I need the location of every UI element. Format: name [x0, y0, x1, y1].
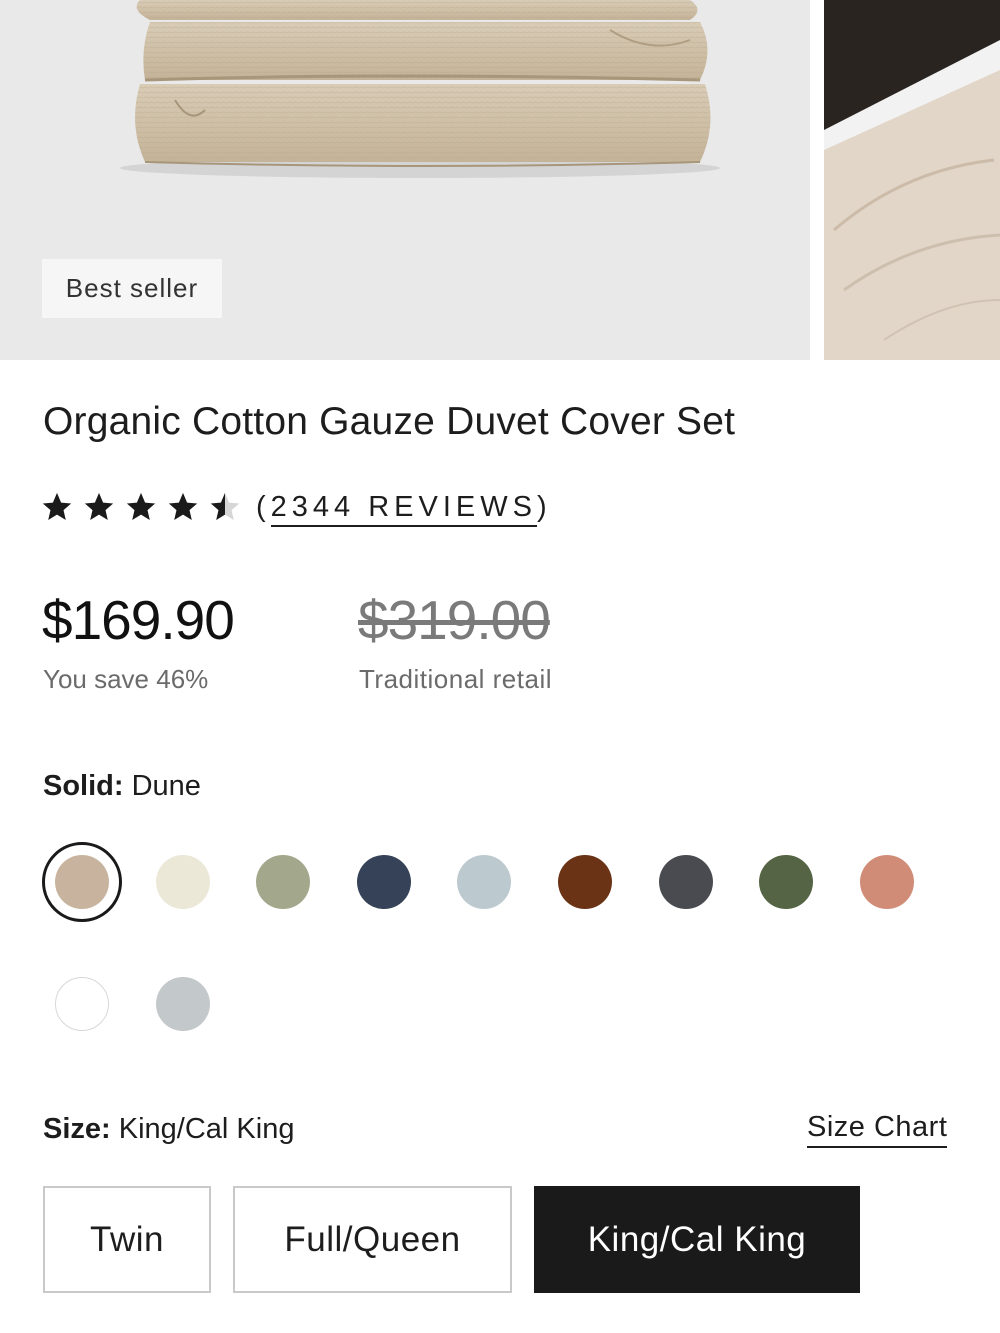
size-chart-link[interactable]: Size Chart	[807, 1111, 948, 1148]
size-option-twin[interactable]: Twin	[43, 1186, 211, 1293]
size-option-full-queen[interactable]: Full/Queen	[233, 1186, 512, 1293]
sale-price: $169.90	[42, 589, 235, 651]
best-seller-badge: Best seller	[42, 259, 222, 318]
color-swatch[interactable]	[356, 855, 411, 909]
reviews-link[interactable]: (2344 REVIEWS)	[256, 490, 552, 527]
product-gallery[interactable]: Best seller	[0, 0, 1000, 360]
color-label-prefix: Solid:	[43, 770, 124, 802]
savings-text: You save 46%	[43, 664, 209, 694]
rating-row[interactable]: (2344 REVIEWS)	[40, 486, 552, 528]
size-label: Size: King/Cal King	[43, 1113, 294, 1146]
product-title: Organic Cotton Gauze Duvet Cover Set	[43, 400, 736, 443]
color-swatch[interactable]	[155, 977, 210, 1031]
star-rating	[40, 490, 242, 524]
reviews-open-paren: (	[256, 490, 271, 523]
star-full-icon	[126, 492, 156, 521]
reviews-close-paren: )	[537, 490, 552, 523]
star-full-icon	[84, 492, 114, 521]
color-swatch[interactable]	[558, 855, 612, 909]
bed-closeup-illustration	[824, 0, 1000, 360]
selected-color: Dune	[131, 770, 201, 802]
retail-price: $319.00	[358, 589, 551, 651]
color-swatch[interactable]	[457, 855, 512, 909]
selected-size: King/Cal King	[118, 1113, 295, 1145]
star-full-icon	[168, 492, 198, 521]
color-swatch[interactable]	[55, 855, 109, 909]
color-label: Solid: Dune	[43, 770, 201, 803]
color-swatch[interactable]	[55, 977, 109, 1031]
product-main-image[interactable]: Best seller	[0, 0, 810, 360]
star-full-icon	[42, 492, 72, 521]
color-swatch[interactable]	[759, 855, 814, 909]
retail-label: Traditional retail	[359, 664, 553, 694]
color-swatch[interactable]	[155, 855, 210, 909]
color-swatch[interactable]	[658, 855, 713, 909]
size-label-prefix: Size:	[43, 1113, 111, 1145]
star-half-icon	[210, 492, 240, 521]
size-option-king-cal-king[interactable]: King/Cal King	[534, 1186, 860, 1293]
color-swatch[interactable]	[256, 855, 311, 909]
color-swatch[interactable]	[859, 855, 914, 909]
reviews-count[interactable]: 2344 REVIEWS	[270, 490, 537, 527]
product-secondary-image[interactable]	[824, 0, 1000, 360]
